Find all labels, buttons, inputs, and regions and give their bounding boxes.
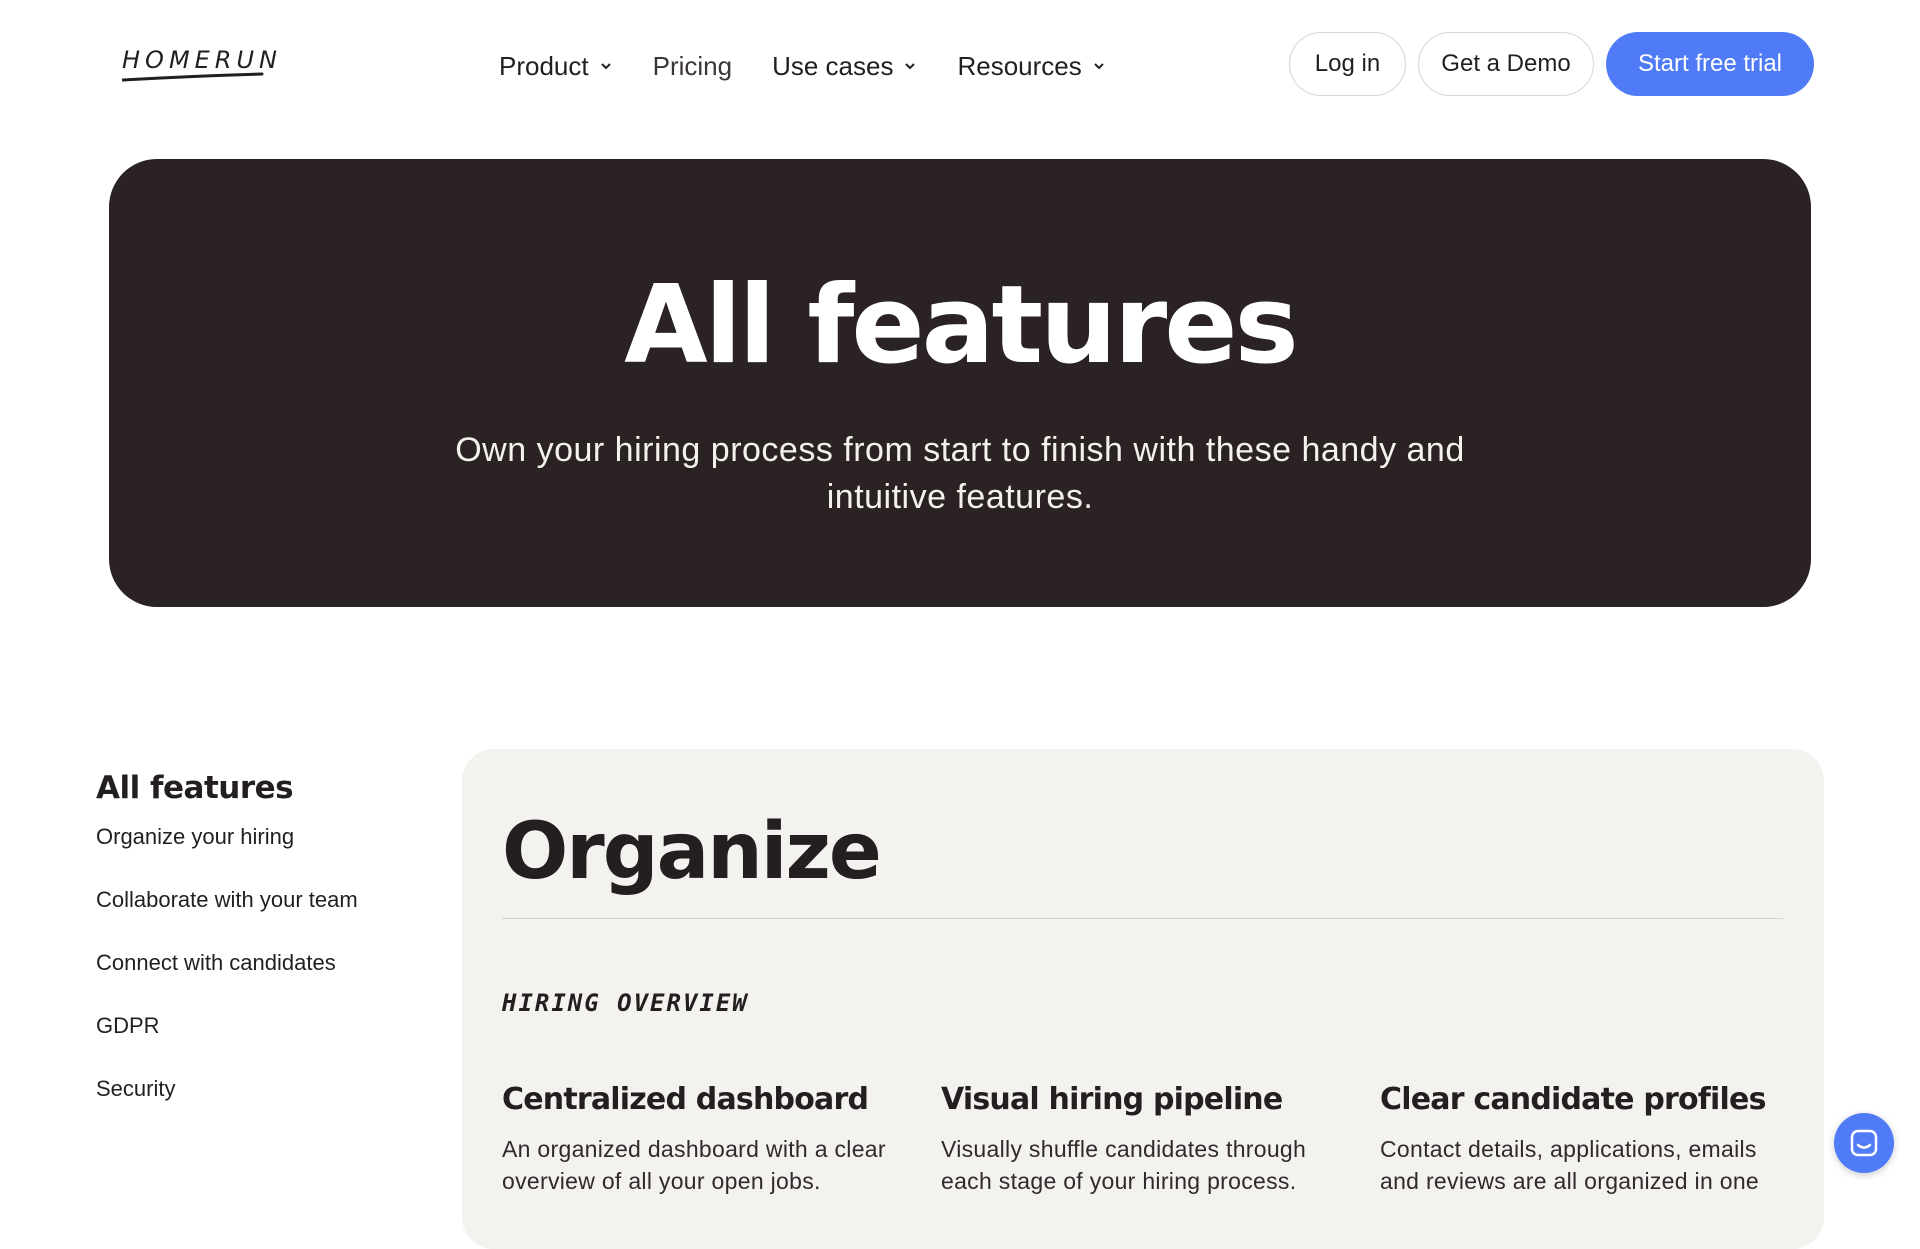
sidebar-title: All features [96, 770, 294, 806]
homerun-logo[interactable]: HOMERUN [122, 46, 277, 86]
sidebar-link-connect[interactable]: Connect with candidates [96, 948, 436, 1011]
sidebar-link-collaborate[interactable]: Collaborate with your team [96, 885, 436, 948]
nav-use-cases-label: Use cases [772, 50, 894, 81]
site-header: HOMERUN Product Pricing Use cases Resour… [0, 0, 1920, 130]
chevron-down-icon [905, 63, 916, 70]
features-sidebar: All features Organize your hiring Collab… [96, 770, 436, 1137]
feature-card: Visual hiring pipeline Visually shuffle … [941, 1082, 1351, 1197]
section-divider [502, 918, 1783, 919]
nav-resources-label: Resources [957, 50, 1082, 81]
sidebar-link-gdpr[interactable]: GDPR [96, 1011, 436, 1074]
sidebar-link-security[interactable]: Security [96, 1074, 436, 1137]
chat-icon [1850, 1129, 1878, 1157]
nav-use-cases[interactable]: Use cases [772, 46, 917, 86]
nav-pricing[interactable]: Pricing [653, 46, 732, 86]
feature-card: Centralized dashboard An organized dashb… [502, 1082, 912, 1197]
logo-underline-icon [122, 72, 264, 82]
main-nav: Product Pricing Use cases Resources [499, 46, 1146, 86]
hero-banner: All features Own your hiring process fro… [109, 159, 1811, 607]
section-eyebrow: Hiring overview [502, 989, 749, 1017]
page-title: All features [624, 263, 1299, 388]
start-free-trial-button[interactable]: Start free trial [1606, 32, 1814, 96]
get-demo-button[interactable]: Get a Demo [1418, 32, 1594, 96]
sidebar-link-organize[interactable]: Organize your hiring [96, 822, 436, 885]
nav-pricing-label: Pricing [652, 50, 733, 81]
nav-resources[interactable]: Resources [957, 46, 1105, 86]
organize-section: Organize Hiring overview Centralized das… [462, 749, 1824, 1249]
feature-title: Visual hiring pipeline [941, 1082, 1283, 1117]
feature-title: Clear candidate profiles [1380, 1082, 1766, 1117]
hero-subtitle: Own your hiring process from start to fi… [455, 431, 1465, 516]
chevron-down-icon [1094, 63, 1104, 70]
chat-launcher-button[interactable] [1834, 1113, 1894, 1173]
feature-card: Clear candidate profiles Contact details… [1380, 1082, 1790, 1197]
section-title: Organize [502, 807, 882, 897]
nav-product-label: Product [499, 50, 589, 81]
logo-text: HOMERUN [122, 46, 283, 74]
feature-description: Contact details, applications, emails an… [1380, 1136, 1760, 1194]
nav-product[interactable]: Product [499, 46, 613, 86]
login-button[interactable]: Log in [1289, 32, 1406, 96]
feature-description: Visually shuffle candidates through each… [941, 1136, 1307, 1194]
chevron-down-icon [600, 63, 611, 70]
feature-title: Centralized dashboard [502, 1082, 869, 1117]
feature-description: An organized dashboard with a clear over… [502, 1136, 886, 1194]
